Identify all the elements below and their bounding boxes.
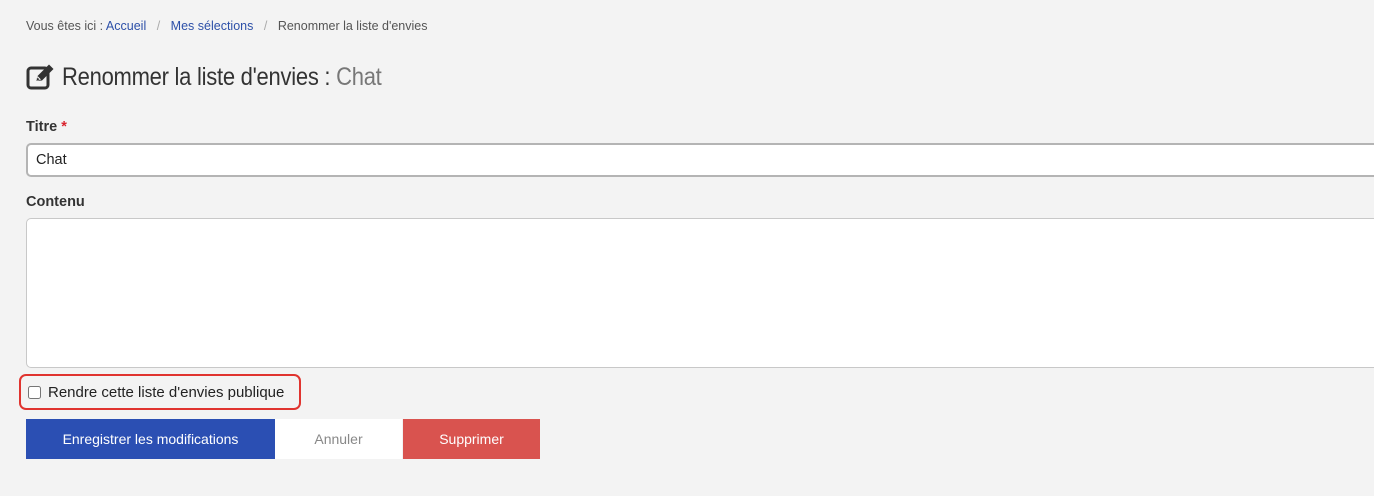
content-textarea[interactable] [26,218,1374,368]
public-checkbox[interactable] [28,385,41,399]
breadcrumb-prefix: Vous êtes ici : [26,19,104,33]
title-field-label-text: Titre [26,119,58,135]
page-title: Renommer la liste d'envies : Chat [26,62,425,92]
content-field-label: Contenu [26,194,85,210]
breadcrumb-link-mes-selections[interactable]: Mes sélections [171,19,254,33]
breadcrumb-current: Renommer la liste d'envies [277,19,428,33]
public-checkbox-label[interactable]: Rendre cette liste d'envies publique [48,384,284,401]
required-marker: * [61,119,67,135]
page: Vous êtes ici : Accueil / Mes sélections… [0,0,1374,496]
title-field-label: Titre * [26,119,67,135]
breadcrumb-separator: / [263,19,268,33]
page-title-prefix: Renommer la liste d'envies : [62,62,331,91]
page-title-list-name: Chat [336,62,382,91]
save-button[interactable]: Enregistrer les modifications [26,419,275,459]
breadcrumb: Vous êtes ici : Accueil / Mes sélections… [26,19,427,33]
page-title-text: Renommer la liste d'envies : Chat [62,63,382,92]
cancel-button[interactable]: Annuler [275,419,402,459]
breadcrumb-link-accueil[interactable]: Accueil [106,19,146,33]
delete-button[interactable]: Supprimer [403,419,540,459]
breadcrumb-separator: / [156,19,161,33]
public-checkbox-row[interactable]: Rendre cette liste d'envies publique [19,374,301,410]
title-input[interactable] [26,143,1374,177]
edit-icon [26,62,56,92]
